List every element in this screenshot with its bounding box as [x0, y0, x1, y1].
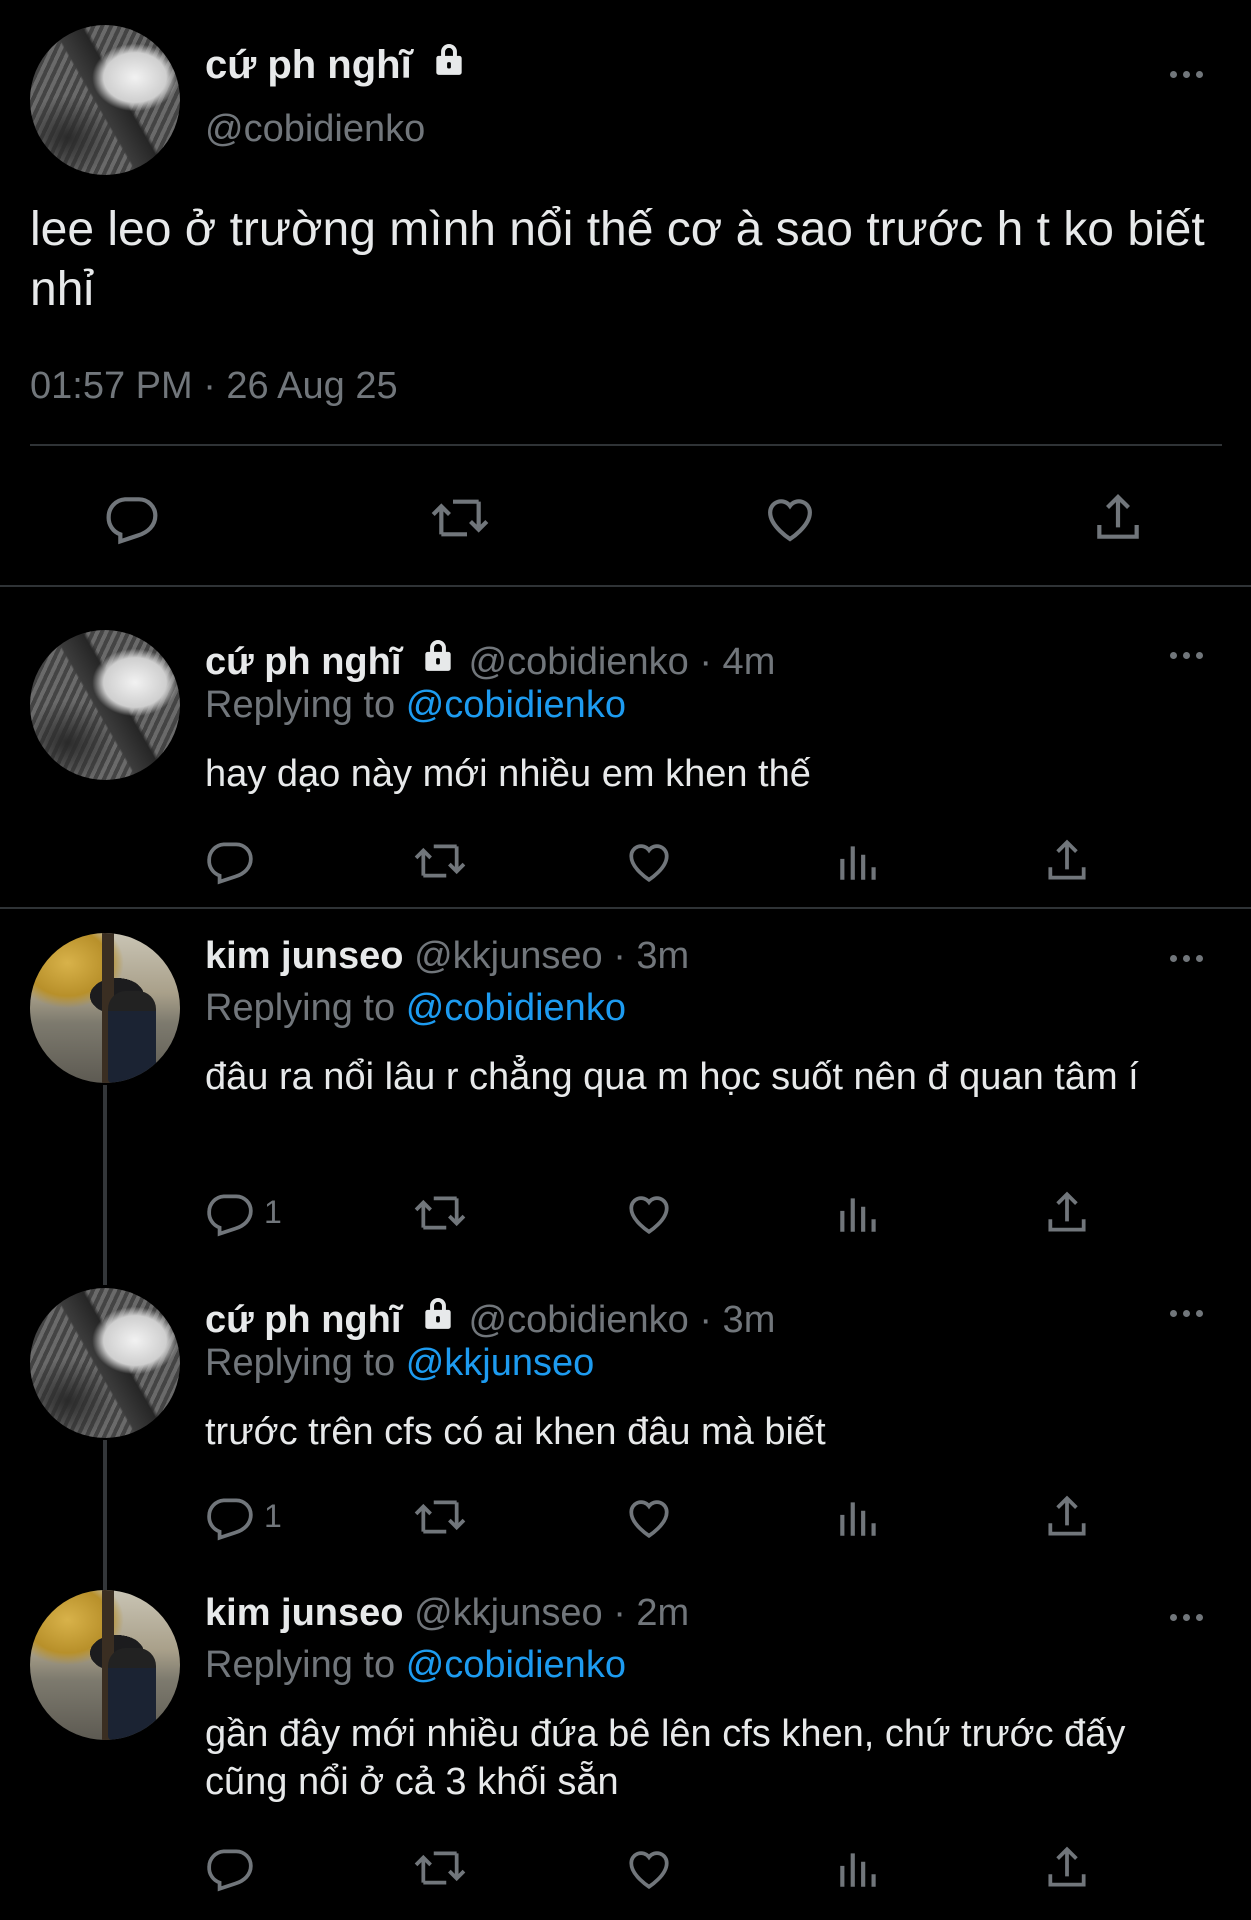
share-icon[interactable]: [1042, 1188, 1092, 1238]
display-name-text: cứ ph nghĩ: [205, 43, 412, 87]
retweet-icon[interactable]: [412, 1843, 468, 1893]
display-name-text: cứ ph nghĩ: [205, 1299, 402, 1341]
reply-text: hay dạo này mới nhiều em khen thế: [205, 753, 811, 795]
reply-icon[interactable]: [205, 1843, 255, 1893]
reply-icon[interactable]: [205, 836, 255, 886]
more-icon[interactable]: [1170, 1610, 1210, 1624]
replying-to-link[interactable]: @cobidienko: [406, 1644, 626, 1686]
reply-icon[interactable]: [104, 490, 160, 546]
divider: [30, 444, 1222, 446]
replying-label: Replying to: [205, 1644, 396, 1686]
reply-time[interactable]: · 3m: [613, 935, 689, 977]
display-name-text: kim junseo: [205, 935, 404, 977]
heart-icon[interactable]: [624, 1188, 674, 1238]
views-icon[interactable]: [834, 836, 884, 886]
lock-icon: [429, 40, 469, 88]
views-icon[interactable]: [834, 1188, 884, 1238]
heart-icon[interactable]: [624, 836, 674, 886]
retweet-icon[interactable]: [428, 490, 492, 546]
divider: [0, 585, 1251, 587]
replying-to: Replying to @cobidienko: [205, 1644, 626, 1687]
handle[interactable]: @cobidienko: [469, 1299, 689, 1341]
avatar[interactable]: [30, 25, 180, 175]
display-name[interactable]: cứ ph nghĩ @cobidienko · 3m: [205, 1294, 775, 1342]
display-name[interactable]: cứ ph nghĩ: [205, 40, 469, 88]
thread-line: [103, 1085, 107, 1285]
replying-to-link[interactable]: @cobidienko: [406, 684, 626, 726]
avatar[interactable]: [30, 1590, 180, 1740]
tweet-timestamp[interactable]: 01:57 PM · 26 Aug 25: [30, 365, 398, 408]
retweet-icon[interactable]: [412, 836, 468, 886]
handle[interactable]: @kkjunseo: [414, 1592, 603, 1634]
replying-to: Replying to @kkjunseo: [205, 1342, 594, 1385]
reply-text: trước trên cfs có ai khen đâu mà biết: [205, 1411, 826, 1453]
handle[interactable]: @cobidienko: [469, 641, 689, 683]
lock-icon: [418, 636, 458, 684]
replying-to-link[interactable]: @cobidienko: [406, 987, 626, 1029]
more-icon[interactable]: [1170, 648, 1210, 662]
more-icon[interactable]: [1170, 67, 1210, 81]
heart-icon[interactable]: [624, 1843, 674, 1893]
display-name[interactable]: cứ ph nghĩ @cobidienko · 4m: [205, 636, 775, 684]
share-icon[interactable]: [1042, 1843, 1092, 1893]
views-icon[interactable]: [834, 1843, 884, 1893]
reply-icon[interactable]: [205, 1188, 255, 1238]
replying-label: Replying to: [205, 1342, 396, 1384]
reply-time[interactable]: · 4m: [699, 641, 775, 683]
display-name[interactable]: kim junseo @kkjunseo · 3m: [205, 935, 689, 978]
reply-icon[interactable]: [205, 1492, 255, 1542]
divider: [0, 907, 1251, 909]
handle[interactable]: @kkjunseo: [414, 935, 603, 977]
avatar[interactable]: [30, 630, 180, 780]
display-name-text: cứ ph nghĩ: [205, 641, 402, 683]
replying-to: Replying to @cobidienko: [205, 684, 626, 727]
reply-text: đâu ra nổi lâu r chẳng qua m học suốt nê…: [205, 1056, 1139, 1098]
retweet-icon[interactable]: [412, 1492, 468, 1542]
thread-line: [103, 1440, 107, 1590]
heart-icon[interactable]: [624, 1492, 674, 1542]
reply-count: 1: [264, 1194, 282, 1230]
avatar[interactable]: [30, 933, 180, 1083]
reply-text: gần đây mới nhiều đứa bê lên cfs khen, c…: [205, 1713, 1126, 1803]
share-icon[interactable]: [1090, 490, 1146, 546]
lock-icon: [418, 1294, 458, 1342]
replying-label: Replying to: [205, 684, 396, 726]
display-name[interactable]: kim junseo @kkjunseo · 2m: [205, 1592, 689, 1635]
heart-icon[interactable]: [762, 490, 818, 546]
share-icon[interactable]: [1042, 836, 1092, 886]
handle[interactable]: @cobidienko: [205, 108, 425, 151]
views-icon[interactable]: [834, 1492, 884, 1542]
replying-to: Replying to @cobidienko: [205, 987, 626, 1030]
avatar[interactable]: [30, 1288, 180, 1438]
reply-count: 1: [264, 1498, 282, 1534]
more-icon[interactable]: [1170, 1306, 1210, 1320]
tweet-text: lee leo ở trường mình nổi thế cơ à sao t…: [30, 203, 1205, 316]
reply-time[interactable]: · 2m: [613, 1592, 689, 1634]
more-icon[interactable]: [1170, 951, 1210, 965]
reply-time[interactable]: · 3m: [699, 1299, 775, 1341]
display-name-text: kim junseo: [205, 1592, 404, 1634]
replying-label: Replying to: [205, 987, 396, 1029]
replying-to-link[interactable]: @kkjunseo: [406, 1342, 595, 1384]
share-icon[interactable]: [1042, 1492, 1092, 1542]
retweet-icon[interactable]: [412, 1188, 468, 1238]
